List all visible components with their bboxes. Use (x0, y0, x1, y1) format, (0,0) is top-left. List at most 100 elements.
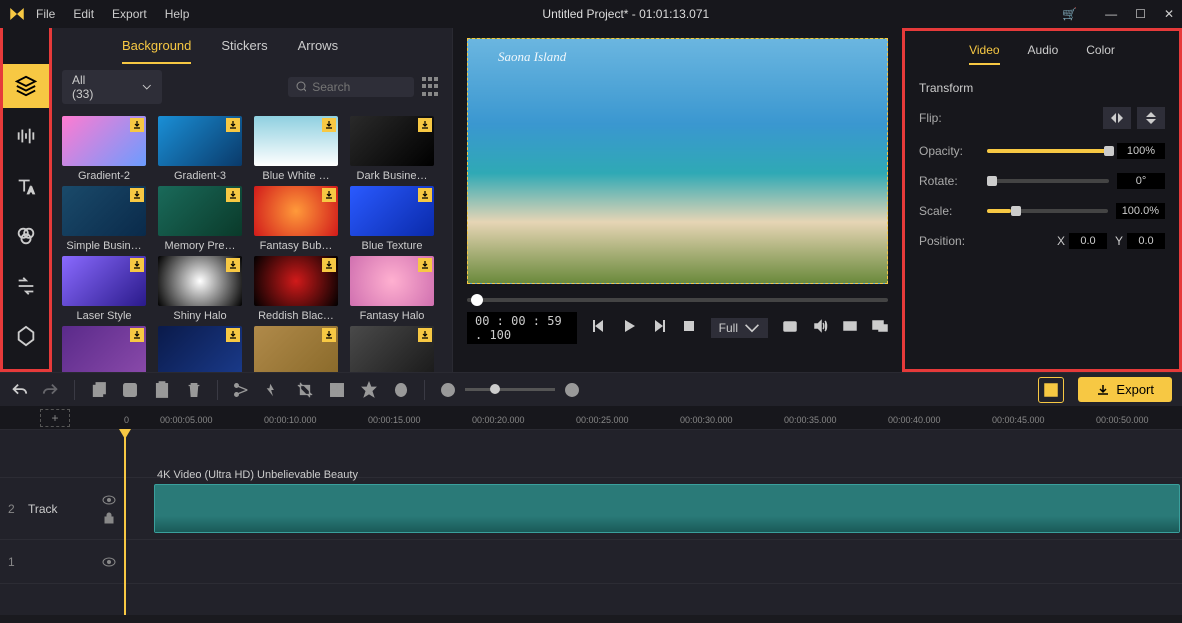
lock-icon[interactable] (102, 511, 116, 525)
split-icon[interactable] (232, 381, 250, 399)
prev-frame-icon[interactable] (591, 318, 607, 339)
eye-icon[interactable] (102, 555, 116, 569)
sidebar-elements[interactable] (3, 314, 49, 358)
add-icon[interactable] (121, 381, 139, 399)
thumbnail[interactable] (158, 326, 242, 372)
speed-icon[interactable] (264, 381, 282, 399)
download-icon[interactable] (418, 328, 432, 342)
detach-icon[interactable] (842, 318, 858, 339)
scale-slider[interactable] (987, 209, 1108, 213)
delete-icon[interactable] (185, 381, 203, 399)
sidebar-filters[interactable] (3, 214, 49, 258)
mark-icon[interactable] (360, 381, 378, 399)
thumbnail[interactable] (62, 326, 146, 372)
zoom-slider[interactable] (465, 388, 555, 391)
thumbnail[interactable]: Dark Busine… (350, 116, 434, 182)
props-tab-video[interactable]: Video (969, 43, 999, 65)
redo-icon[interactable] (42, 381, 60, 399)
download-icon[interactable] (130, 258, 144, 272)
thumbnail[interactable]: Blue White … (254, 116, 338, 182)
rotate-slider[interactable] (987, 179, 1109, 183)
zoom-in-icon[interactable] (563, 381, 581, 399)
paste-icon[interactable] (153, 381, 171, 399)
download-icon[interactable] (226, 118, 240, 132)
filter-dropdown[interactable]: All (33) (62, 70, 162, 104)
sidebar-transitions[interactable] (3, 264, 49, 308)
undo-icon[interactable] (10, 381, 28, 399)
sidebar-text[interactable]: A (3, 164, 49, 208)
thumbnail[interactable] (350, 326, 434, 372)
thumbnail[interactable]: Reddish Blac… (254, 256, 338, 322)
opacity-value[interactable]: 100% (1117, 143, 1165, 159)
tag-icon[interactable] (392, 381, 410, 399)
thumbnail[interactable] (254, 326, 338, 372)
flip-horizontal-button[interactable] (1103, 107, 1131, 129)
crop-icon[interactable] (296, 381, 314, 399)
maximize-icon[interactable]: ☐ (1135, 7, 1146, 21)
menu-edit[interactable]: Edit (73, 7, 94, 21)
thumbnail[interactable]: Memory Pre… (158, 186, 242, 252)
view-grid-icon[interactable] (422, 77, 442, 97)
menu-export[interactable]: Export (112, 7, 147, 21)
thumbnail[interactable]: Simple Busin… (62, 186, 146, 252)
download-icon[interactable] (322, 328, 336, 342)
scale-value[interactable]: 100.0% (1116, 203, 1165, 219)
thumbnail[interactable]: Fantasy Halo (350, 256, 434, 322)
cart-icon[interactable]: 🛒 (1062, 7, 1077, 21)
sidebar-audio[interactable] (3, 114, 49, 158)
search-input-wrap[interactable] (288, 77, 414, 97)
export-button[interactable]: Export (1078, 377, 1172, 402)
media-tab-background[interactable]: Background (122, 38, 191, 64)
flip-vertical-button[interactable] (1137, 107, 1165, 129)
menu-file[interactable]: File (36, 7, 55, 21)
download-icon[interactable] (226, 258, 240, 272)
timeline-clip[interactable]: 4K Video (Ultra HD) Unbelievable Beauty (154, 484, 1180, 533)
thumbnail[interactable]: Gradient-2 (62, 116, 146, 182)
download-icon[interactable] (418, 258, 432, 272)
pos-y-value[interactable]: 0.0 (1127, 233, 1165, 249)
opacity-slider[interactable] (987, 149, 1109, 153)
download-icon[interactable] (130, 118, 144, 132)
close-icon[interactable]: ✕ (1164, 7, 1174, 21)
copy-icon[interactable] (89, 381, 107, 399)
thumbnail[interactable]: Blue Texture (350, 186, 434, 252)
play-icon[interactable] (621, 318, 637, 339)
pos-x-value[interactable]: 0.0 (1069, 233, 1107, 249)
download-icon[interactable] (418, 188, 432, 202)
download-icon[interactable] (322, 118, 336, 132)
timeline[interactable]: 2 Track 4K Video (Ultra HD) Unbelievable… (0, 430, 1182, 615)
timeline-ruler[interactable]: + 0 00:00:05.00000:00:10.00000:00:15.000… (0, 406, 1182, 430)
menu-help[interactable]: Help (165, 7, 190, 21)
snapshot-icon[interactable] (782, 318, 798, 339)
preview-canvas[interactable]: Saona Island (467, 38, 888, 284)
mosaic-icon[interactable] (328, 381, 346, 399)
thumbnail[interactable]: Gradient-3 (158, 116, 242, 182)
media-tab-arrows[interactable]: Arrows (298, 38, 338, 64)
timeline-settings-button[interactable] (1038, 377, 1064, 403)
download-icon[interactable] (130, 188, 144, 202)
sidebar-backgrounds[interactable] (3, 64, 49, 108)
scrub-bar[interactable] (467, 298, 888, 302)
minimize-icon[interactable]: — (1105, 7, 1117, 21)
thumbnail[interactable]: Shiny Halo (158, 256, 242, 322)
download-icon[interactable] (322, 188, 336, 202)
stop-icon[interactable] (681, 318, 697, 339)
download-icon[interactable] (322, 258, 336, 272)
eye-icon[interactable] (102, 493, 116, 507)
volume-icon[interactable] (812, 318, 828, 339)
props-tab-color[interactable]: Color (1086, 43, 1115, 65)
playhead[interactable] (124, 430, 126, 615)
thumbnail[interactable]: Laser Style (62, 256, 146, 322)
zoom-out-icon[interactable] (439, 381, 457, 399)
search-input[interactable] (312, 80, 406, 94)
add-track-button[interactable]: + (40, 409, 70, 427)
fit-dropdown[interactable]: Full (711, 318, 768, 338)
download-icon[interactable] (226, 328, 240, 342)
media-tab-stickers[interactable]: Stickers (221, 38, 267, 64)
props-tab-audio[interactable]: Audio (1028, 43, 1059, 65)
download-icon[interactable] (418, 118, 432, 132)
rotate-value[interactable]: 0° (1117, 173, 1165, 189)
thumbnail[interactable]: Fantasy Bub… (254, 186, 338, 252)
next-frame-icon[interactable] (651, 318, 667, 339)
download-icon[interactable] (130, 328, 144, 342)
